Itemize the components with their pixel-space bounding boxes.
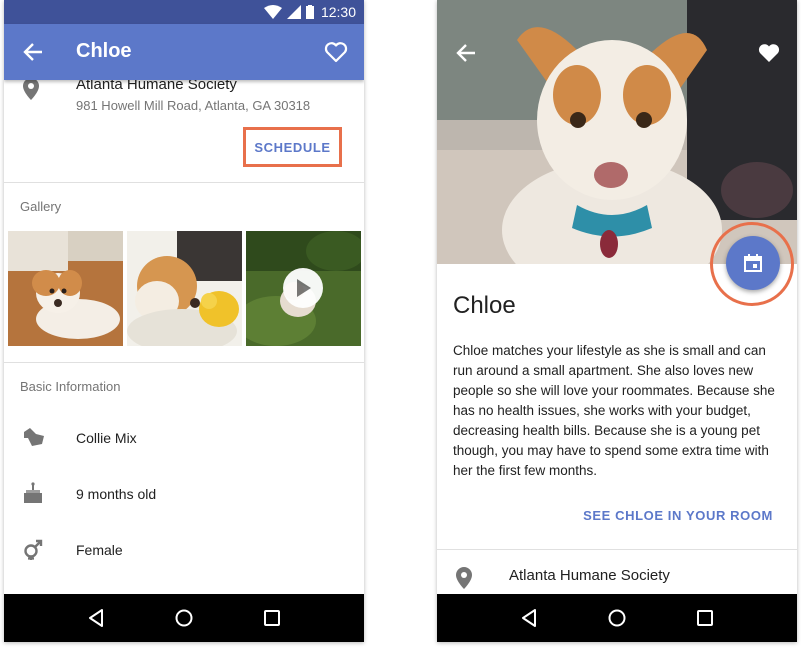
- location-section: Atlanta Humane Society 981 Howell Mill R…: [4, 70, 364, 184]
- system-nav-bar: [4, 594, 364, 642]
- info-row-breed: Collie Mix: [4, 418, 364, 458]
- play-button[interactable]: [283, 268, 323, 308]
- shelter-name: Atlanta Humane Society: [509, 567, 670, 584]
- nav-back-icon[interactable]: [521, 609, 537, 627]
- status-bar: 12:30: [4, 0, 364, 24]
- gallery-photo-2[interactable]: [127, 231, 242, 346]
- app-bar: Chloe: [4, 24, 364, 80]
- cake-icon: [24, 482, 42, 503]
- age-text: 9 months old: [76, 486, 157, 502]
- shelter-address: 981 Howell Mill Road, Atlanta, GA 30318: [76, 98, 311, 113]
- breed-text: Collie Mix: [76, 430, 137, 446]
- gallery-label: Gallery: [20, 199, 62, 214]
- nav-home-icon[interactable]: [608, 609, 626, 627]
- signal-icon: [286, 5, 301, 19]
- gallery: [8, 231, 361, 346]
- basic-info-label: Basic Information: [20, 379, 121, 394]
- nav-recents-icon[interactable]: [697, 610, 714, 626]
- status-time: 12:30: [320, 4, 356, 20]
- back-arrow-icon[interactable]: [22, 41, 44, 63]
- schedule-button[interactable]: SCHEDULE: [254, 140, 330, 155]
- pet-description: Chloe matches your lifestyle as she is s…: [453, 343, 775, 478]
- favorite-outline-icon[interactable]: [324, 41, 348, 63]
- back-arrow-icon[interactable]: [455, 42, 477, 64]
- schedule-highlight: SCHEDULE: [243, 127, 342, 167]
- right-phone-screen: Chloe Chloe matches your lifestyle as sh…: [437, 0, 797, 642]
- location-pin-icon: [23, 78, 39, 100]
- divider: [437, 549, 797, 550]
- gender-text: Female: [76, 542, 123, 558]
- nav-recents-icon[interactable]: [264, 610, 281, 626]
- left-phone-screen: 12:30 Chloe Atlanta Humane Society 981 H…: [4, 0, 364, 642]
- schedule-fab-button[interactable]: [726, 236, 780, 290]
- play-icon: [297, 279, 311, 297]
- pet-name-heading: Chloe: [453, 292, 516, 319]
- page-title: Chloe: [76, 40, 132, 62]
- gallery-photo-1[interactable]: [8, 231, 123, 346]
- nav-home-icon[interactable]: [175, 609, 193, 627]
- location-pin-icon: [456, 567, 472, 589]
- info-row-age: 9 months old: [4, 474, 364, 514]
- divider: [4, 362, 364, 363]
- info-row-gender: Female: [4, 530, 364, 570]
- see-in-room-button[interactable]: SEE CHLOE IN YOUR ROOM: [583, 508, 773, 523]
- gender-icon: [24, 539, 43, 560]
- wifi-icon: [263, 5, 282, 19]
- gallery-video[interactable]: [246, 231, 361, 346]
- dog-breed-icon: [24, 428, 44, 446]
- calendar-icon: [744, 254, 762, 272]
- nav-back-icon[interactable]: [88, 609, 104, 627]
- divider: [4, 182, 364, 183]
- favorite-filled-icon[interactable]: [757, 42, 781, 64]
- system-nav-bar: [437, 594, 797, 642]
- battery-icon: [305, 5, 314, 19]
